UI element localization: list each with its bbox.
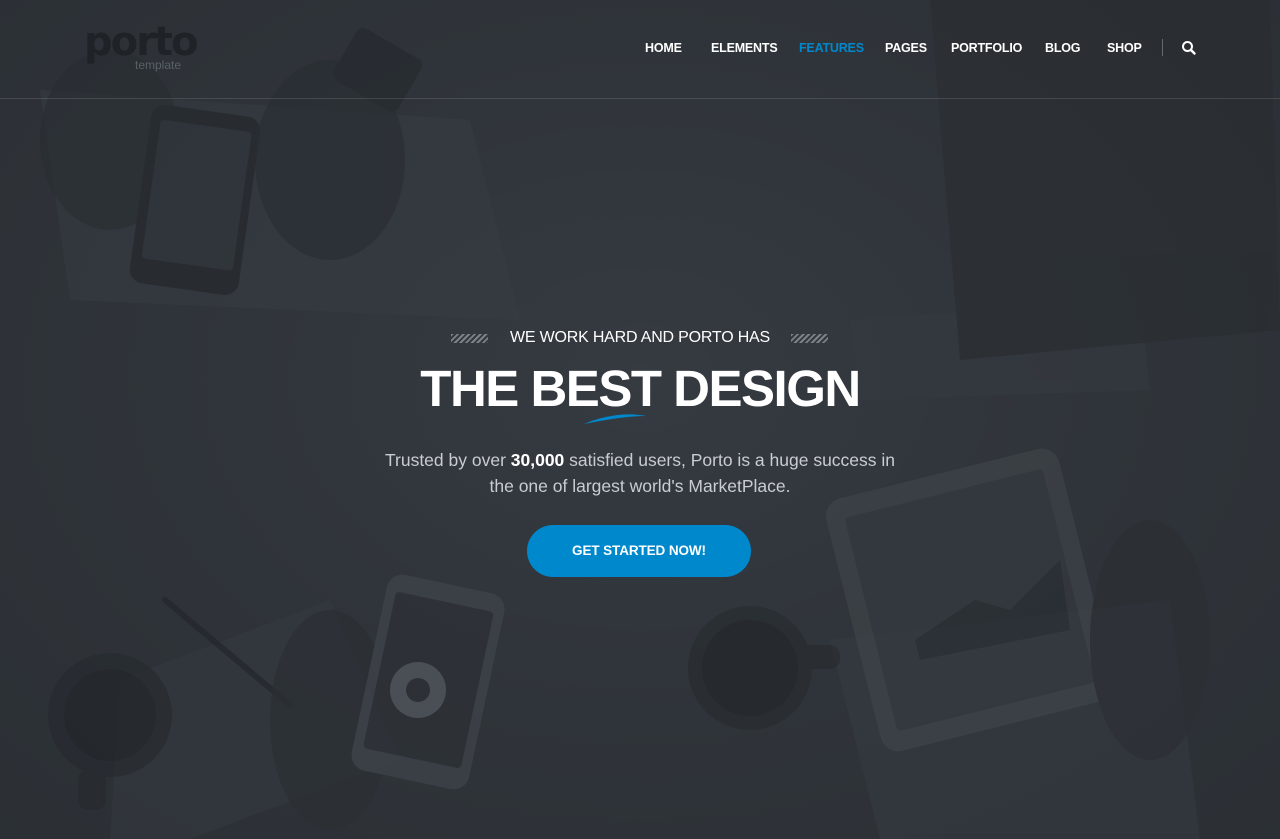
site-header: porto template HOME ELEMENTS FEATURES PA… [0, 0, 1280, 99]
hero-title-part1: THE [420, 360, 531, 417]
hero-subtitle-count: 30,000 [510, 450, 565, 470]
logo[interactable]: porto template [84, 20, 198, 76]
title-underline-swoosh [584, 414, 646, 424]
hero-title-part2: DESIGN [660, 360, 861, 417]
nav-divider [1162, 39, 1163, 56]
logo-subtitle: template [135, 58, 182, 72]
nav-item-features[interactable]: FEATURES [799, 38, 864, 58]
nav-item-home[interactable]: HOME [645, 38, 682, 58]
nav-item-blog[interactable]: BLOG [1045, 38, 1081, 58]
hero-subtitle-line2: the one of largest world's MarketPlace. [489, 476, 791, 496]
nav-item-shop[interactable]: SHOP [1107, 38, 1142, 58]
nav-item-elements[interactable]: ELEMENTS [711, 38, 778, 58]
nav-item-portfolio[interactable]: PORTFOLIO [951, 38, 1022, 58]
hero-kicker: WE WORK HARD AND PORTO HAS [440, 326, 840, 350]
hero-subtitle-post: satisfied users, Porto is a huge success… [564, 450, 896, 470]
search-button[interactable] [1180, 39, 1198, 57]
hero-kicker-text: WE WORK HARD AND PORTO HAS [509, 329, 771, 346]
nav-item-pages[interactable]: PAGES [885, 38, 927, 58]
kicker-stripes-right [791, 334, 828, 343]
hero-title-highlight: BEST [530, 360, 662, 417]
hero-subtitle: Trusted by over 30,000 satisfied users, … [340, 447, 940, 499]
search-icon [1182, 41, 1196, 55]
get-started-button[interactable]: GET STARTED NOW! [527, 525, 751, 577]
page: porto template HOME ELEMENTS FEATURES PA… [0, 0, 1280, 839]
hero-subtitle-pre: Trusted by over [384, 450, 511, 470]
